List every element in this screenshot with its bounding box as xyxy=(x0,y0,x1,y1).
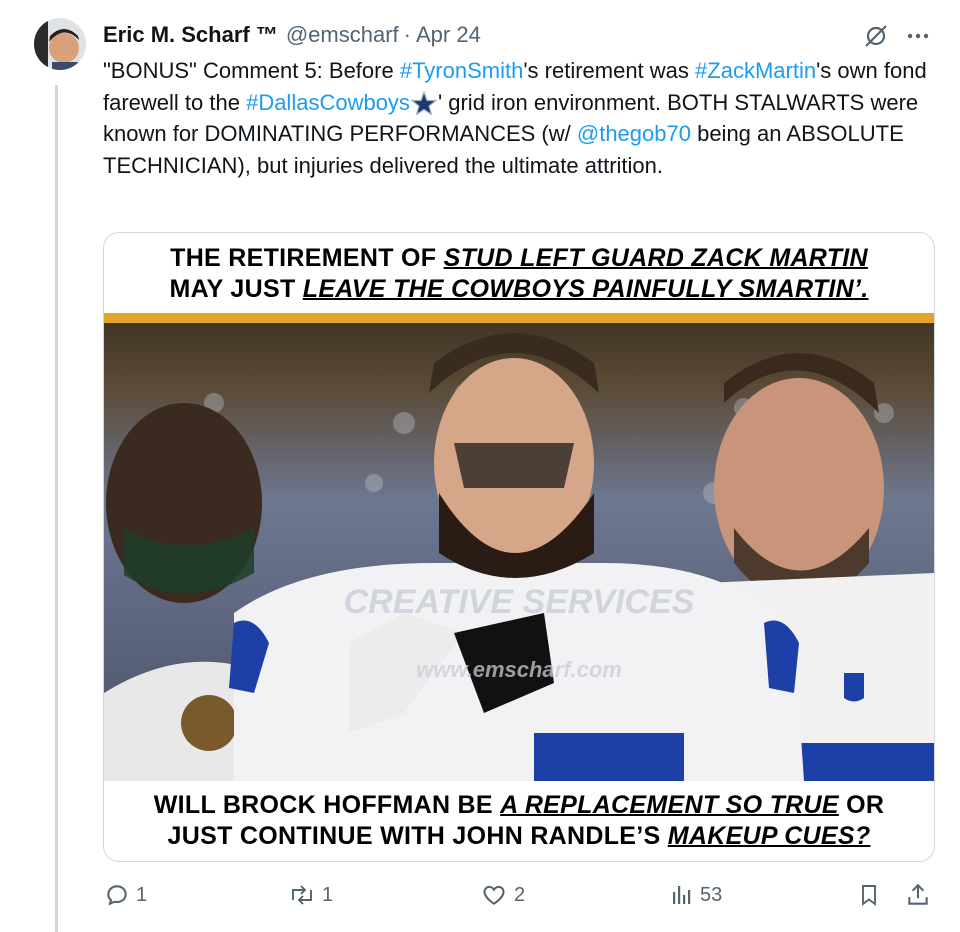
avatar[interactable] xyxy=(34,18,86,70)
text-segment: 's retirement was xyxy=(523,58,696,83)
share-icon xyxy=(908,883,928,905)
card-top-line-1: THE RETIREMENT OF STUD LEFT GUARD ZACK M… xyxy=(104,243,934,273)
text-segment: "BONUS" Comment 5: Before xyxy=(103,58,400,83)
card-bottom-line-1: WILL BROCK HOFFMAN BE A REPLACEMENT SO T… xyxy=(104,790,934,820)
watermark-creative-services: CREATIVE SERVICES xyxy=(344,583,695,621)
players-photo: CREATIVE SERVICES www.emscharf.com xyxy=(104,313,934,781)
bottom-line1-plain-a: WILL BROCK HOFFMAN BE xyxy=(153,791,501,819)
hashtag-zackmartin[interactable]: #ZackMartin xyxy=(695,58,816,83)
top-line1-plain: THE RETIREMENT OF xyxy=(170,244,444,272)
reply-icon xyxy=(107,885,127,906)
bottom-line2-plain: JUST CONTINUE WITH JOHN RANDLE’S xyxy=(167,822,668,850)
card-top-line-2: MAY JUST LEAVE THE COWBOYS PAINFULLY SMA… xyxy=(104,274,934,304)
media-card[interactable]: THE RETIREMENT OF STUD LEFT GUARD ZACK M… xyxy=(103,232,935,862)
cowboys-star-icon xyxy=(410,89,438,116)
action-bar: 1 1 2 53 xyxy=(100,875,940,915)
author-handle[interactable]: @emscharf xyxy=(286,22,399,48)
tweet-header: Eric M. Scharf ™ @emscharf · Apr 24 xyxy=(103,20,481,50)
repost-icon xyxy=(292,885,312,905)
reply-count: 1 xyxy=(136,883,148,906)
hashtag-tyronsmith[interactable]: #TyronSmith xyxy=(400,58,524,83)
repost-count: 1 xyxy=(322,883,334,906)
mention-thegob70[interactable]: @thegob70 xyxy=(577,121,691,146)
tweet-text: "BONUS" Comment 5: Before #TyronSmith's … xyxy=(103,55,933,181)
separator: · xyxy=(403,22,411,47)
repost-button[interactable]: 1 xyxy=(288,875,333,915)
card-bottom-line-2: JUST CONTINUE WITH JOHN RANDLE’S MAKEUP … xyxy=(104,821,934,851)
views-button[interactable]: 53 xyxy=(670,875,722,915)
author-name[interactable]: Eric M. Scharf ™ xyxy=(103,22,278,48)
like-icon xyxy=(483,885,505,905)
views-icon xyxy=(673,886,691,904)
bottom-line2-emphasis: MAKEUP CUES? xyxy=(667,822,871,850)
views-count: 53 xyxy=(700,883,723,906)
grok-icon[interactable] xyxy=(862,22,890,50)
top-line2-emphasis: LEAVE THE COWBOYS PAINFULLY SMARTIN’. xyxy=(302,275,869,303)
thread-line xyxy=(55,85,58,932)
top-line2-plain: MAY JUST xyxy=(169,275,303,303)
bookmark-button[interactable] xyxy=(857,875,887,915)
reply-button[interactable]: 1 xyxy=(104,875,147,915)
more-icon[interactable] xyxy=(904,22,932,50)
like-button[interactable]: 2 xyxy=(480,875,525,915)
bottom-line1-emphasis: A REPLACEMENT SO TRUE xyxy=(500,791,839,819)
share-button[interactable] xyxy=(905,875,937,915)
watermark-site: www.emscharf.com xyxy=(416,657,622,682)
avatar-image xyxy=(34,18,86,70)
bottom-line1-plain-b: OR xyxy=(838,791,885,819)
bookmark-icon xyxy=(862,885,876,906)
like-count: 2 xyxy=(514,883,526,906)
tweet-date[interactable]: Apr 24 xyxy=(416,22,481,48)
hashtag-dallascowboys[interactable]: #DallasCowboys xyxy=(246,90,410,115)
top-line1-emphasis: STUD LEFT GUARD ZACK MARTIN xyxy=(443,244,868,272)
